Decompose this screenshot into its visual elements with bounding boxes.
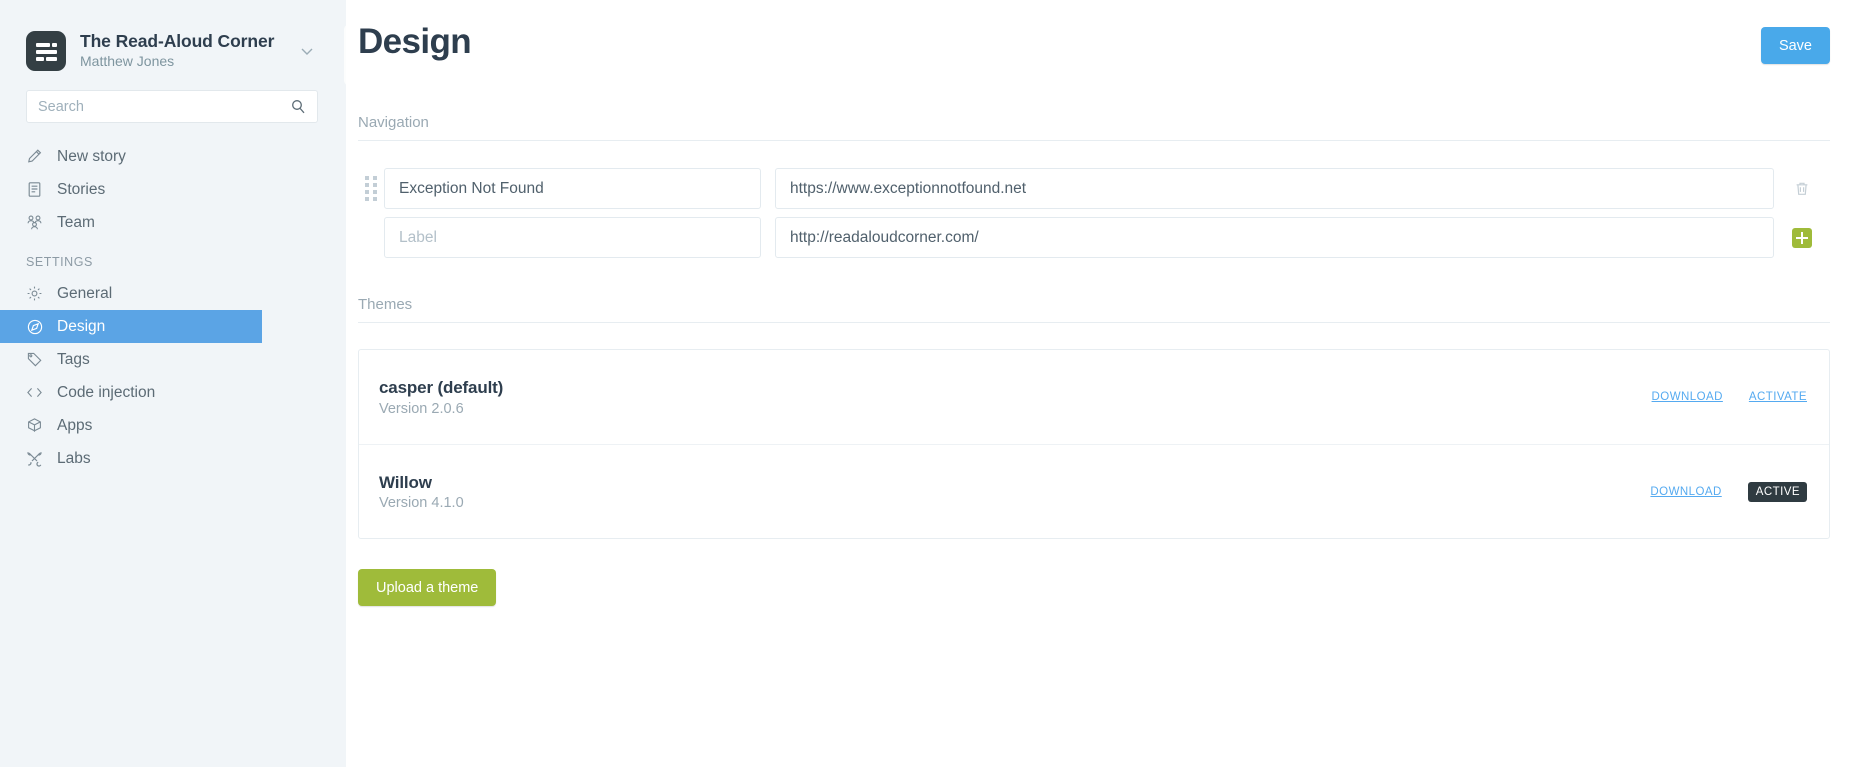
page-header: Design Save [358, 0, 1830, 76]
sidebar-section-settings: SETTINGS [26, 255, 93, 269]
status-badge-active: ACTIVE [1747, 481, 1807, 502]
save-button[interactable]: Save [1760, 27, 1830, 64]
app-root: The Read-Aloud Corner Matthew Jones Sear… [0, 0, 1876, 767]
pencil-icon [26, 148, 48, 165]
sidebar-item-tags[interactable]: Tags [0, 343, 346, 376]
theme-activate-link[interactable]: ACTIVATE [1749, 391, 1807, 403]
theme-actions: DOWNLOAD ACTIVATE [1626, 391, 1807, 403]
sidebar-item-label: General [57, 284, 113, 302]
sidebar-item-label: Apps [57, 416, 93, 434]
brand-text: The Read-Aloud Corner Matthew Jones [80, 31, 292, 70]
theme-actions: DOWNLOAD ACTIVE [1624, 481, 1807, 502]
themes-list: casper (default) Version 2.0.6 DOWNLOAD … [358, 349, 1830, 539]
sidebar-item-new-story[interactable]: New story [0, 140, 346, 173]
blog-switcher[interactable]: The Read-Aloud Corner Matthew Jones [0, 0, 346, 76]
user-name: Matthew Jones [80, 52, 175, 69]
users-icon [26, 214, 48, 231]
sidebar-item-label: New story [57, 147, 126, 165]
trash-icon[interactable] [1793, 180, 1811, 198]
sidebar-item-label: Stories [57, 180, 106, 198]
plus-icon[interactable] [1792, 227, 1812, 248]
drag-dots-icon[interactable] [358, 176, 384, 201]
theme-download-link[interactable]: DOWNLOAD [1652, 391, 1723, 403]
theme-download-link[interactable]: DOWNLOAD [1650, 486, 1721, 498]
chevron-down-icon[interactable] [298, 42, 316, 60]
navigation-row [358, 217, 1830, 258]
sidebar-item-label: Design [57, 317, 106, 335]
theme-row: casper (default) Version 2.0.6 DOWNLOAD … [359, 350, 1829, 444]
nav-url-input-2[interactable] [775, 217, 1774, 258]
search-icon[interactable] [290, 98, 307, 115]
sidebar-item-label: Tags [57, 350, 90, 368]
nav-row-action-2 [1774, 227, 1830, 248]
sidebar-item-stories[interactable]: Stories [0, 173, 346, 206]
nav-url-input-1[interactable] [775, 168, 1774, 209]
navigation-rows [358, 168, 1830, 258]
sidebar-item-labs[interactable]: Labs [0, 442, 346, 475]
box-icon [26, 417, 48, 434]
list-logo-icon [26, 30, 66, 71]
theme-name: Willow [379, 472, 432, 492]
notebook-icon [26, 181, 48, 198]
navigation-section-label: Navigation [358, 114, 1830, 141]
search-box[interactable] [26, 90, 318, 123]
search-input[interactable] [27, 91, 317, 122]
upload-theme-button[interactable]: Upload a theme [358, 569, 497, 606]
tools-icon [26, 450, 48, 467]
sidebar-nav: New story Stories Team SETTINGS General … [0, 140, 346, 475]
nav-row-action-1 [1774, 180, 1830, 198]
code-brackets-icon [26, 384, 48, 401]
main-content: Design Save Navigation Exception Not Fou… [346, 0, 1876, 767]
theme-version: Version 4.1.0 [379, 495, 464, 512]
sidebar-item-label: Labs [57, 449, 91, 467]
sidebar-item-design[interactable]: Design [0, 310, 262, 343]
blog-title: The Read-Aloud Corner [80, 30, 275, 51]
sidebar: The Read-Aloud Corner Matthew Jones Sear… [0, 0, 356, 767]
sidebar-item-code-injection[interactable]: Code injection [0, 376, 346, 409]
sidebar-item-label: Team [57, 213, 95, 231]
compass-icon [26, 318, 48, 336]
theme-version: Version 2.0.6 [379, 400, 464, 417]
gear-icon [26, 285, 48, 302]
theme-row: Willow Version 4.1.0 DOWNLOAD ACTIVE [359, 444, 1829, 538]
theme-info: casper (default) Version 2.0.6 [379, 377, 1626, 416]
page-title: Design [358, 22, 472, 61]
nav-label-input-1[interactable] [384, 168, 761, 209]
theme-name: casper (default) [379, 378, 504, 398]
theme-info: Willow Version 4.1.0 [379, 472, 1624, 511]
sidebar-item-apps[interactable]: Apps [0, 409, 346, 442]
tag-icon [26, 351, 48, 368]
navigation-row [358, 168, 1830, 209]
themes-section-label: Themes [358, 296, 1830, 323]
sidebar-item-label: Code injection [57, 383, 156, 401]
search-container [0, 76, 346, 123]
sidebar-item-general[interactable]: General [0, 277, 346, 310]
nav-label-input-2[interactable] [384, 217, 761, 258]
sidebar-item-team[interactable]: Team [0, 206, 346, 239]
